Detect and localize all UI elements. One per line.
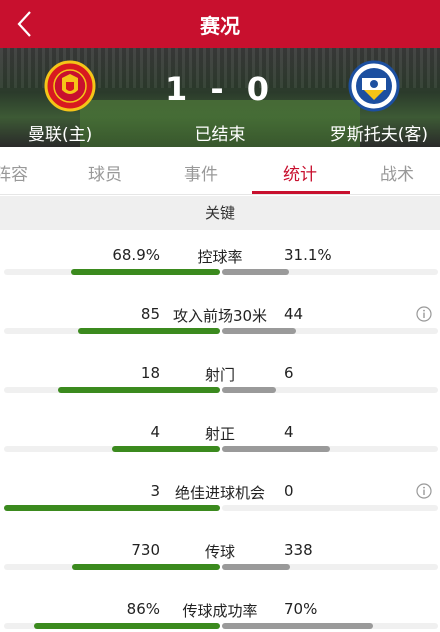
away-stat-bar-track [222, 328, 438, 334]
tab-players[interactable]: 球员 [88, 160, 122, 185]
home-stat-bar [4, 505, 220, 511]
tab-stats[interactable]: 统计 [283, 160, 317, 185]
away-stat-value: 44 [284, 305, 304, 323]
top-bar: 赛况 [0, 0, 440, 48]
away-team-name[interactable]: 罗斯托夫(客) [330, 120, 428, 145]
away-stat-bar-track [222, 387, 438, 393]
away-stat-bar [222, 446, 330, 452]
home-stat-bar [77, 328, 220, 334]
rostov-crest-icon[interactable] [348, 60, 400, 112]
info-icon[interactable] [416, 483, 432, 499]
tab-events[interactable]: 事件 [184, 160, 218, 185]
active-tab-indicator [252, 191, 350, 194]
away-stat-value: 31.1% [284, 246, 332, 264]
info-icon[interactable] [416, 306, 432, 322]
page-title: 赛况 [200, 14, 240, 38]
away-stat-bar [222, 328, 296, 334]
stat-row: 18 射门 6 [0, 357, 440, 416]
home-stat-bar [72, 564, 220, 570]
home-stat-bar [34, 623, 220, 629]
home-stat-bar-track [4, 564, 220, 570]
away-stat-value: 6 [284, 364, 294, 382]
home-stat-bar-track [4, 623, 220, 629]
section-header-key: 关键 [0, 196, 440, 230]
stat-row: 68.9% 控球率 31.1% [0, 239, 440, 298]
stat-row: 85 攻入前场30米 44 [0, 298, 440, 357]
away-stat-bar [222, 387, 276, 393]
home-stat-bar-track [4, 505, 220, 511]
away-stat-bar-track [222, 564, 438, 570]
match-header: 1 - 0 曼联(主) 已结束 罗斯托夫(客) [0, 48, 440, 147]
stat-row: 3 绝佳进球机会 0 [0, 475, 440, 534]
tab-lineup[interactable]: 阵容 [0, 160, 28, 185]
tab-bar: 阵容 球员 事件 统计 战术 [0, 147, 440, 195]
home-stat-bar [58, 387, 220, 393]
home-stat-bar-track [4, 269, 220, 275]
away-stat-value: 4 [284, 423, 294, 441]
tab-tactics[interactable]: 战术 [380, 160, 414, 185]
stat-row: 86% 传球成功率 70% [0, 593, 440, 632]
home-stat-bar-track [4, 446, 220, 452]
stat-row: 4 射正 4 [0, 416, 440, 475]
away-stat-bar-track [222, 505, 438, 511]
away-stat-value: 0 [284, 482, 294, 500]
away-stat-bar-track [222, 269, 438, 275]
away-stat-bar [222, 564, 291, 570]
away-stat-value: 70% [284, 600, 318, 618]
away-stat-bar [222, 269, 290, 275]
home-stat-bar [71, 269, 220, 275]
away-stat-bar-track [222, 446, 438, 452]
away-stat-bar [222, 623, 374, 629]
home-stat-bar-track [4, 328, 220, 334]
home-stat-bar [112, 446, 220, 452]
away-stat-value: 338 [284, 541, 313, 559]
home-stat-bar-track [4, 387, 220, 393]
away-stat-bar-track [222, 623, 438, 629]
stat-row: 730 传球 338 [0, 534, 440, 593]
